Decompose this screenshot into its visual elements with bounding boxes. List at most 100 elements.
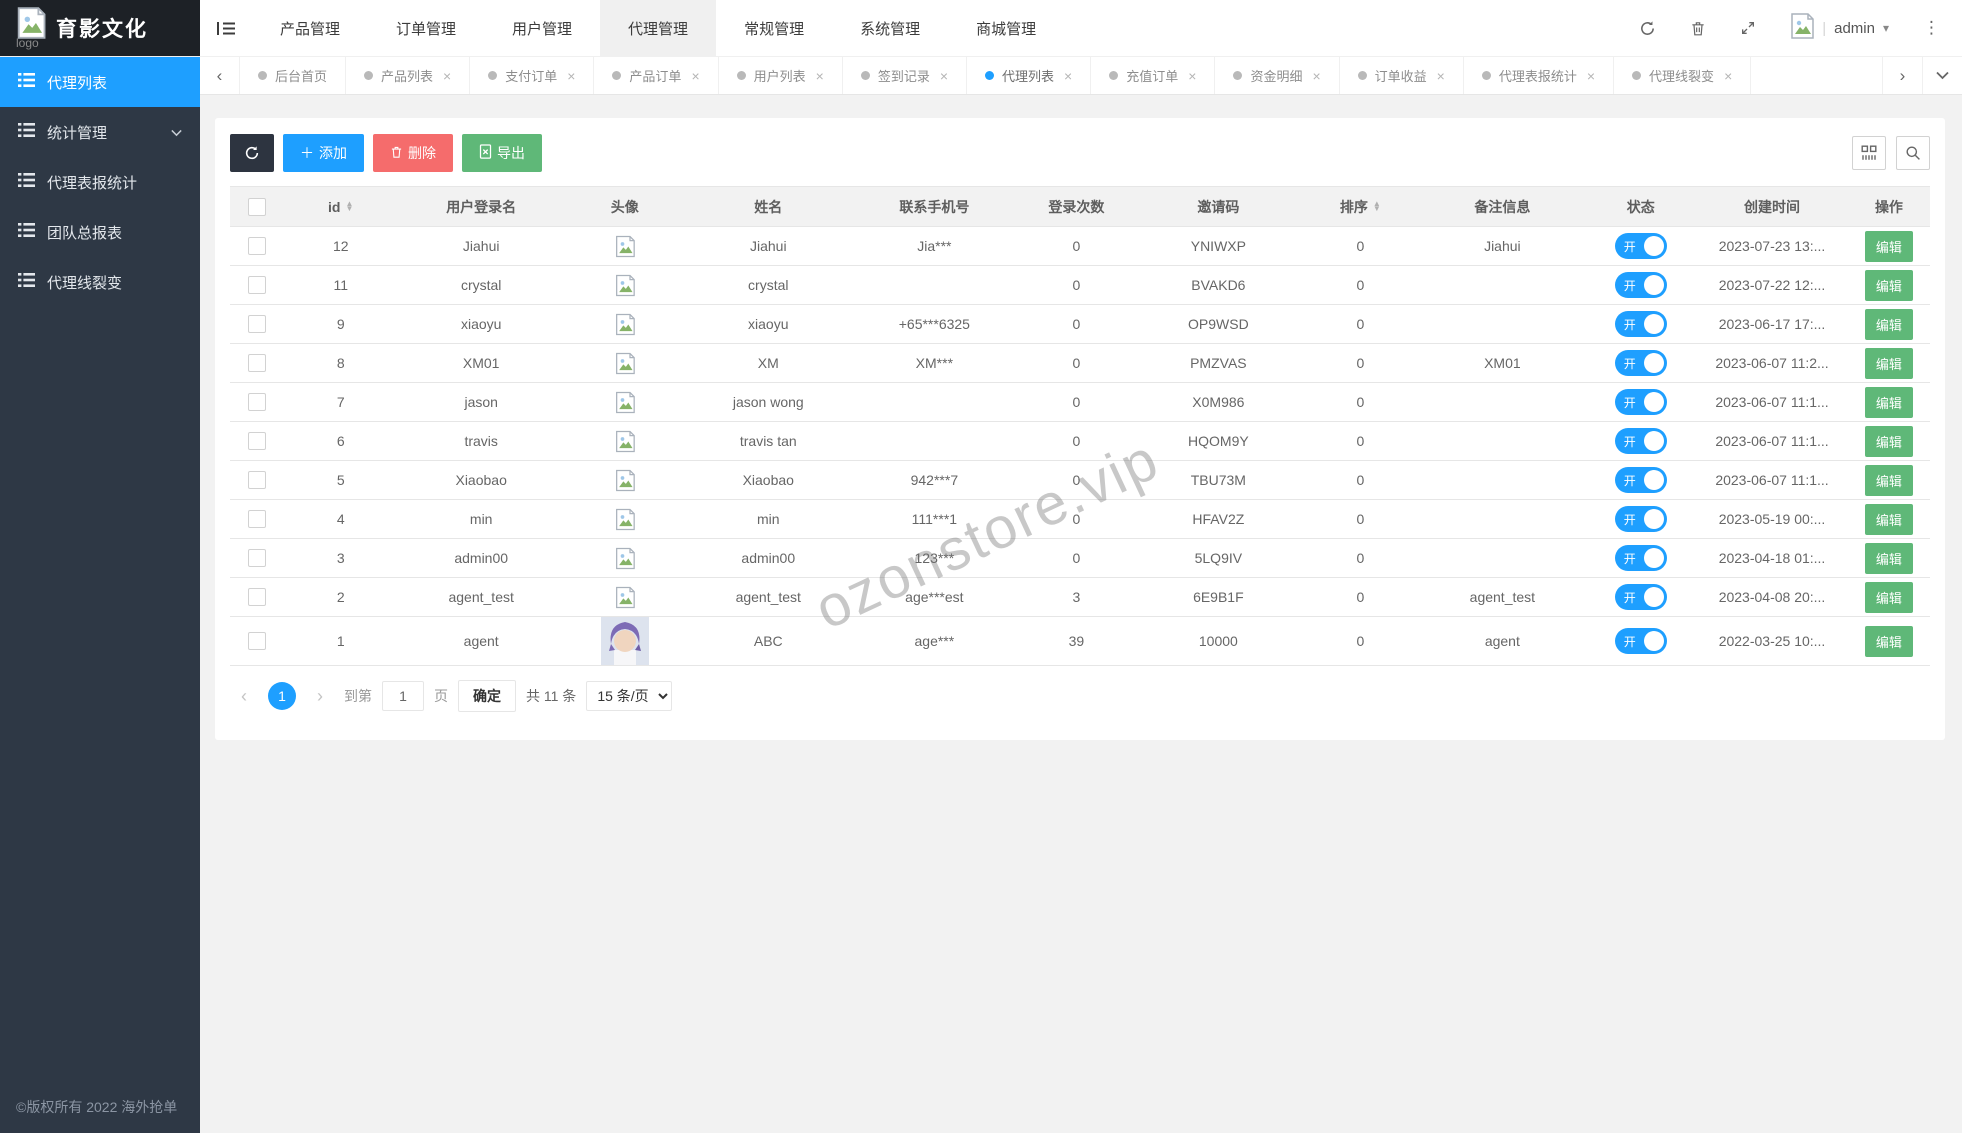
row-checkbox[interactable] [247, 315, 266, 334]
edit-button[interactable]: 编辑 [1864, 386, 1913, 418]
search-button[interactable] [1896, 136, 1930, 170]
sidebar-item[interactable]: 代理表报统计 [0, 157, 200, 207]
add-button[interactable]: ＋添加 [283, 134, 364, 172]
tab-close-icon[interactable]: × [1587, 68, 1595, 84]
confirm-button[interactable]: 确定 [458, 680, 516, 712]
tab[interactable]: 代理线裂变 × [1614, 57, 1752, 94]
status-toggle[interactable]: 开 [1614, 545, 1667, 571]
refresh-icon[interactable] [1639, 20, 1656, 37]
refresh-button[interactable] [230, 134, 274, 172]
column-header[interactable]: 用户登录名 [398, 186, 565, 227]
tab[interactable]: 代理列表 × [967, 57, 1092, 94]
column-header[interactable]: 姓名 [685, 186, 852, 227]
edit-button[interactable]: 编辑 [1864, 542, 1913, 574]
next-page-icon[interactable]: › [306, 682, 334, 710]
tab[interactable]: 代理表报统计 × [1464, 57, 1615, 94]
row-checkbox[interactable] [247, 510, 266, 529]
prev-page-icon[interactable]: ‹ [230, 682, 258, 710]
row-checkbox[interactable] [247, 237, 266, 256]
tab-options-icon[interactable] [1922, 57, 1962, 94]
page-jump-input[interactable] [382, 681, 424, 711]
tab[interactable]: 产品列表 × [346, 57, 471, 94]
select-all-checkbox[interactable] [247, 197, 266, 216]
tab[interactable]: 订单收益 × [1340, 57, 1464, 94]
tab[interactable]: 签到记录 × [843, 57, 968, 94]
top-nav-item[interactable]: 系统管理 [832, 0, 948, 56]
status-toggle[interactable]: 开 [1614, 389, 1667, 415]
row-checkbox[interactable] [247, 432, 266, 451]
tab-close-icon[interactable]: × [1724, 68, 1732, 84]
edit-button[interactable]: 编辑 [1864, 230, 1913, 262]
top-nav-item[interactable]: 商城管理 [948, 0, 1064, 56]
trash-icon[interactable] [1690, 20, 1706, 37]
column-header[interactable]: 操作 [1847, 186, 1930, 227]
column-header[interactable]: 状态 [1585, 186, 1697, 227]
row-checkbox[interactable] [247, 393, 266, 412]
sort-icon[interactable]: ▲ ▼ [1373, 199, 1381, 212]
tab[interactable]: 用户列表 × [719, 57, 843, 94]
edit-button[interactable]: 编辑 [1864, 269, 1913, 301]
status-toggle[interactable]: 开 [1614, 233, 1667, 259]
top-nav-item[interactable]: 产品管理 [252, 0, 368, 56]
sidebar-item[interactable]: 团队总报表 [0, 207, 200, 257]
tab[interactable]: 充值订单 × [1091, 57, 1216, 94]
status-toggle[interactable]: 开 [1614, 628, 1667, 654]
tab-close-icon[interactable]: × [1437, 68, 1445, 84]
column-header[interactable]: 头像 [564, 186, 686, 227]
tab-close-icon[interactable]: × [443, 68, 451, 84]
tab-close-icon[interactable]: × [1312, 68, 1320, 84]
tab-close-icon[interactable]: × [816, 68, 824, 84]
edit-button[interactable]: 编辑 [1864, 347, 1913, 379]
tab[interactable]: 产品订单 × [594, 57, 719, 94]
export-button[interactable]: 导出 [462, 134, 542, 172]
row-checkbox[interactable] [247, 588, 266, 607]
tab-scroll-left-icon[interactable]: ‹ [200, 57, 240, 94]
row-checkbox[interactable] [247, 354, 266, 373]
status-toggle[interactable]: 开 [1614, 506, 1667, 532]
edit-button[interactable]: 编辑 [1864, 308, 1913, 340]
tab-scroll-right-icon[interactable]: › [1882, 57, 1922, 94]
row-checkbox[interactable] [247, 632, 266, 651]
sidebar-item[interactable]: 代理线裂变 [0, 257, 200, 307]
sidebar-item[interactable]: 统计管理 [0, 107, 200, 157]
column-header[interactable]: 登录次数 [1017, 186, 1136, 227]
column-header[interactable]: 邀请码 [1135, 186, 1302, 227]
edit-button[interactable]: 编辑 [1864, 425, 1913, 457]
column-header[interactable]: id ▲ ▼ [283, 186, 399, 227]
page-number-button[interactable]: 1 [268, 682, 296, 710]
edit-button[interactable]: 编辑 [1864, 464, 1913, 496]
more-vertical-icon[interactable]: ⋮ [1923, 18, 1940, 38]
top-nav-item[interactable]: 用户管理 [484, 0, 600, 56]
top-nav-item[interactable]: 代理管理 [600, 0, 717, 56]
delete-button[interactable]: 删除 [373, 134, 453, 172]
tab-close-icon[interactable]: × [691, 68, 699, 84]
tab-close-icon[interactable]: × [567, 68, 575, 84]
row-checkbox[interactable] [247, 276, 266, 295]
edit-button[interactable]: 编辑 [1864, 503, 1913, 535]
sort-icon[interactable]: ▲ ▼ [345, 199, 353, 212]
page-size-select[interactable]: 15 条/页 [586, 681, 673, 711]
edit-button[interactable]: 编辑 [1864, 581, 1913, 613]
top-nav-item[interactable]: 订单管理 [368, 0, 484, 56]
column-header[interactable]: 联系手机号 [851, 186, 1018, 227]
status-toggle[interactable]: 开 [1614, 467, 1667, 493]
tab-close-icon[interactable]: × [1064, 68, 1072, 84]
tab[interactable]: 后台首页 [240, 57, 347, 94]
status-toggle[interactable]: 开 [1614, 350, 1667, 376]
column-header[interactable]: 排序 ▲ ▼ [1301, 186, 1420, 227]
sidebar-collapse-icon[interactable] [200, 0, 252, 56]
user-menu[interactable]: | admin ▾ [1790, 12, 1889, 44]
status-toggle[interactable]: 开 [1614, 311, 1667, 337]
row-checkbox[interactable] [247, 549, 266, 568]
tab-close-icon[interactable]: × [1188, 68, 1196, 84]
tab[interactable]: 支付订单 × [470, 57, 595, 94]
row-checkbox[interactable] [247, 471, 266, 490]
column-header[interactable]: 备注信息 [1419, 186, 1586, 227]
top-nav-item[interactable]: 常规管理 [716, 0, 832, 56]
status-toggle[interactable]: 开 [1614, 584, 1667, 610]
fullscreen-icon[interactable] [1740, 20, 1756, 36]
column-header[interactable]: 创建时间 [1696, 186, 1848, 227]
status-toggle[interactable]: 开 [1614, 272, 1667, 298]
status-toggle[interactable]: 开 [1614, 428, 1667, 454]
edit-button[interactable]: 编辑 [1864, 625, 1913, 657]
